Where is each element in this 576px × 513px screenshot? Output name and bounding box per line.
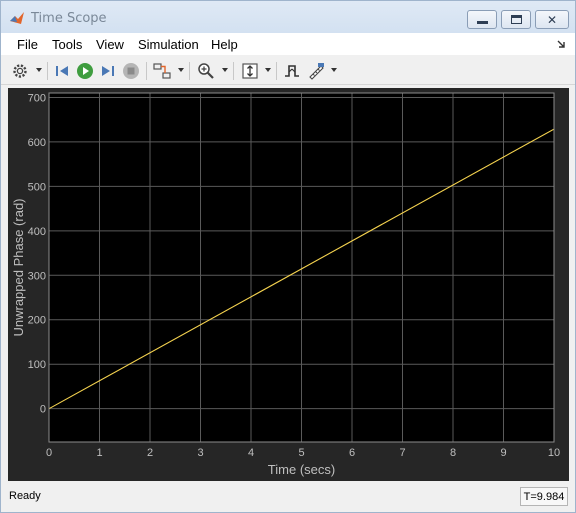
x-tick-label: 8 bbox=[450, 447, 456, 459]
menu-bar: File Tools View Simulation Help bbox=[1, 33, 575, 55]
y-tick-labels: 0 100 200 300 400 500 600 700 bbox=[28, 92, 46, 415]
run-icon[interactable] bbox=[75, 61, 95, 81]
y-tick-label: 400 bbox=[28, 226, 46, 238]
simulation-time: T=9.984 bbox=[520, 487, 568, 506]
minimize-icon bbox=[476, 21, 488, 24]
x-tick-label: 4 bbox=[248, 447, 254, 459]
measurements-dropdown-icon[interactable] bbox=[331, 68, 337, 72]
y-tick-label: 100 bbox=[28, 359, 46, 371]
settings-dropdown-icon[interactable] bbox=[36, 68, 42, 72]
x-tick-label: 0 bbox=[46, 447, 52, 459]
menu-help[interactable]: Help bbox=[211, 37, 238, 52]
x-tick-label: 10 bbox=[548, 447, 560, 459]
gear-icon[interactable] bbox=[10, 61, 30, 81]
x-tick-label: 2 bbox=[147, 447, 153, 459]
title-bar: Time Scope ✕ bbox=[1, 1, 575, 33]
window-title: Time Scope bbox=[31, 11, 107, 26]
x-tick-label: 1 bbox=[96, 447, 102, 459]
minimize-button[interactable] bbox=[467, 10, 497, 29]
toolbar-separator bbox=[146, 62, 147, 80]
highlight-signal-icon[interactable] bbox=[152, 61, 172, 81]
x-axis-label: Time (secs) bbox=[268, 462, 335, 477]
toolbar bbox=[1, 57, 575, 85]
maximize-icon bbox=[510, 15, 522, 24]
highlight-dropdown-icon[interactable] bbox=[178, 68, 184, 72]
scale-dropdown-icon[interactable] bbox=[265, 68, 271, 72]
y-axis-label: Unwrapped Phase (rad) bbox=[11, 198, 26, 336]
y-tick-label: 600 bbox=[28, 137, 46, 149]
menu-file[interactable]: File bbox=[17, 37, 38, 52]
close-button[interactable]: ✕ bbox=[535, 10, 569, 29]
matlab-icon bbox=[10, 12, 24, 24]
x-tick-label: 6 bbox=[349, 447, 355, 459]
x-tick-label: 5 bbox=[298, 447, 304, 459]
menu-simulation[interactable]: Simulation bbox=[138, 37, 199, 52]
status-text: Ready bbox=[9, 490, 41, 502]
time-scope-window: Time Scope ✕ File Tools View Simulation … bbox=[0, 0, 576, 513]
plot-axes[interactable]: 0 1 2 3 4 5 6 7 8 9 10 0 100 200 300 400 500 600 700 Time… bbox=[8, 88, 569, 481]
dock-arrow-icon[interactable] bbox=[556, 39, 566, 49]
stop-icon[interactable] bbox=[121, 61, 141, 81]
x-tick-labels: 0 1 2 3 4 5 6 7 8 9 10 bbox=[46, 447, 560, 459]
cursor-measurements-icon[interactable] bbox=[306, 61, 326, 81]
toolbar-separator bbox=[189, 62, 190, 80]
zoom-dropdown-icon[interactable] bbox=[222, 68, 228, 72]
y-tick-label: 200 bbox=[28, 315, 46, 327]
menu-view[interactable]: View bbox=[96, 37, 124, 52]
step-forward-icon[interactable] bbox=[98, 61, 118, 81]
x-tick-label: 3 bbox=[197, 447, 203, 459]
toolbar-separator bbox=[276, 62, 277, 80]
zoom-in-icon[interactable] bbox=[196, 61, 216, 81]
y-tick-label: 300 bbox=[28, 270, 46, 282]
toolbar-separator bbox=[47, 62, 48, 80]
x-tick-label: 9 bbox=[500, 447, 506, 459]
close-icon: ✕ bbox=[546, 12, 558, 27]
scope-display[interactable]: 0 1 2 3 4 5 6 7 8 9 10 0 100 200 300 400 500 600 700 Time… bbox=[8, 88, 569, 481]
toolbar-separator bbox=[233, 62, 234, 80]
maximize-button[interactable] bbox=[501, 10, 531, 29]
status-bar: Ready T=9.984 bbox=[1, 484, 575, 512]
menu-tools[interactable]: Tools bbox=[52, 37, 82, 52]
scale-axes-icon[interactable] bbox=[240, 61, 260, 81]
y-tick-label: 700 bbox=[28, 92, 46, 104]
y-tick-label: 0 bbox=[40, 404, 46, 416]
x-tick-label: 7 bbox=[399, 447, 405, 459]
step-back-icon[interactable] bbox=[52, 61, 72, 81]
triggers-icon[interactable] bbox=[282, 61, 302, 81]
y-tick-label: 500 bbox=[28, 181, 46, 193]
